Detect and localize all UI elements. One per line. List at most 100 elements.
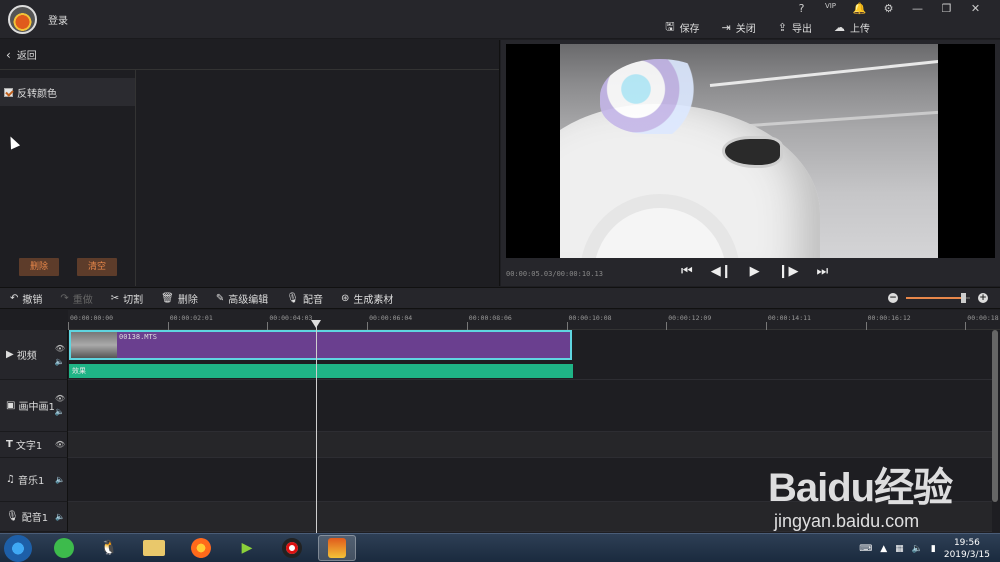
- ruler-tick-label: 00:00:08:06: [468, 314, 512, 322]
- ruler-tick: [167, 322, 169, 330]
- task-recorder-icon[interactable]: [273, 535, 311, 561]
- back-button[interactable]: ‹ 返回: [0, 40, 499, 70]
- scissors-icon: ✂: [110, 292, 120, 304]
- player-controls: ⏮ ◀❙ ▶ ❙▶ ⏭: [681, 264, 828, 279]
- start-button[interactable]: [4, 535, 32, 562]
- login-link[interactable]: 登录: [48, 12, 68, 27]
- speaker-icon[interactable]: 🔈: [55, 405, 65, 418]
- preview-timecode: 00:00:05.03/00:00:10.13: [506, 270, 603, 278]
- cut-button[interactable]: ✂ 切割: [111, 291, 143, 306]
- dub-button[interactable]: 🎙 配音: [286, 291, 323, 306]
- vip-icon[interactable]: VIP: [816, 2, 845, 15]
- task-explorer-icon[interactable]: [135, 535, 173, 561]
- clock[interactable]: 19:56 2019/3/15: [944, 537, 990, 561]
- ruler-tick: [765, 322, 767, 330]
- ruler-tick: [466, 322, 468, 330]
- advanced-edit-button[interactable]: ✎ 高级编辑: [216, 291, 268, 306]
- microphone-icon: 🎙: [286, 292, 299, 304]
- upload-icon: ☁: [834, 21, 845, 34]
- ruler-tick: [666, 322, 668, 330]
- effect-item-label: 反转颜色: [17, 88, 57, 100]
- playhead-line[interactable]: [316, 322, 317, 534]
- timeline-scrollbar[interactable]: [992, 330, 998, 502]
- export-button[interactable]: ⇪ 导出: [778, 18, 812, 37]
- close-button[interactable]: ⇥ 关闭: [722, 18, 756, 37]
- delete-effect-button[interactable]: 删除: [19, 258, 59, 276]
- volume-icon[interactable]: 🔈: [912, 544, 923, 554]
- step-forward-icon[interactable]: ❙▶: [778, 264, 799, 279]
- task-firefox-icon[interactable]: [182, 535, 220, 561]
- track-video-header: ▶ 视频 👁 🔈: [0, 330, 68, 380]
- app-logo: [8, 5, 37, 34]
- help-icon[interactable]: ?: [787, 2, 816, 15]
- video-preview[interactable]: [506, 44, 995, 258]
- skip-end-icon[interactable]: ⏭: [816, 264, 828, 279]
- skip-start-icon[interactable]: ⏮: [681, 264, 693, 279]
- bell-icon[interactable]: 🔔: [845, 2, 874, 15]
- ruler-tick: [965, 322, 967, 330]
- play-box-icon: ▶: [6, 349, 14, 360]
- task-editor-icon[interactable]: [318, 535, 356, 561]
- eye-icon[interactable]: 👁: [55, 392, 65, 405]
- effect-bar[interactable]: 效果: [69, 364, 573, 378]
- speaker-icon[interactable]: 🔈: [55, 473, 65, 486]
- gear-icon[interactable]: ⚙: [874, 2, 903, 15]
- film-reel-icon: ⊛: [340, 292, 350, 304]
- task-app-icon[interactable]: ▶: [228, 535, 266, 561]
- track-text-header: T 文字1 👁: [0, 432, 68, 458]
- undo-button[interactable]: ↶ 撤销: [10, 291, 42, 306]
- video-clip[interactable]: 00138.MTS: [69, 330, 572, 360]
- redo-icon: ↷: [60, 292, 69, 304]
- clip-name: 00138.MTS: [119, 333, 157, 341]
- tray-arrow-icon[interactable]: ▲: [880, 544, 887, 554]
- keyboard-icon[interactable]: ⌨: [859, 544, 872, 554]
- music-note-icon: ♫: [6, 474, 15, 485]
- speaker-icon[interactable]: 🔈: [55, 510, 65, 523]
- pip-icon: ▣: [6, 400, 16, 411]
- ruler-tick: [367, 322, 369, 330]
- effect-item-invert[interactable]: 反转颜色: [0, 78, 135, 106]
- network-icon[interactable]: ▦: [895, 544, 904, 554]
- ruler-tick: [68, 322, 69, 330]
- minimize-icon[interactable]: —: [903, 2, 932, 15]
- zoom-in-icon[interactable]: +: [978, 293, 988, 303]
- close-window-icon[interactable]: ✕: [961, 2, 990, 15]
- chevron-left-icon: ‹: [6, 47, 11, 62]
- save-button[interactable]: 🖫 保存: [665, 18, 699, 37]
- upload-button[interactable]: ☁ 上传: [834, 18, 870, 37]
- road-line: [709, 56, 938, 87]
- clear-effects-button[interactable]: 清空: [77, 258, 117, 276]
- road-line: [749, 108, 938, 127]
- track-dub-header: 🎙 配音1 🔈: [0, 502, 68, 532]
- speaker-icon[interactable]: 🔈: [55, 355, 65, 368]
- signal-icon[interactable]: ▮: [931, 544, 936, 554]
- microphone-icon: 🎙: [6, 511, 19, 522]
- zoom-out-icon[interactable]: −: [888, 293, 898, 303]
- export-icon: ⇪: [777, 21, 787, 34]
- play-icon[interactable]: ▶: [750, 264, 760, 279]
- generate-button[interactable]: ⊛ 生成素材: [341, 291, 393, 306]
- task-360-icon[interactable]: [45, 535, 83, 561]
- ruler-tick-label: 00:00:16:12: [867, 314, 911, 322]
- redo-button[interactable]: ↷ 重做: [60, 291, 92, 306]
- windows-taskbar: 🐧 ▶ ⌨ ▲ ▦ 🔈 ▮ 19:56 2019/3/15: [0, 533, 1000, 562]
- step-back-icon[interactable]: ◀❙: [711, 264, 732, 279]
- eye-icon[interactable]: 👁: [55, 342, 65, 355]
- ruler-tick-label: 00:00:18:: [967, 314, 1000, 322]
- time-ruler[interactable]: 00:00:00:00 00:00:02:01 00:00:04:03 00:00:0…: [68, 310, 1000, 330]
- zoom-slider[interactable]: [906, 293, 970, 303]
- ruler-tick-label: 00:00:04:03: [269, 314, 313, 322]
- ruler-tick: [267, 322, 269, 330]
- effect-checkbox[interactable]: [4, 87, 13, 97]
- preview-panel: 00:00:05.03/00:00:10.13 ⏮ ◀❙ ▶ ❙▶ ⏭: [501, 40, 1000, 286]
- task-qq-icon[interactable]: 🐧: [90, 535, 128, 561]
- delete-button[interactable]: 🗑 删除: [161, 291, 198, 306]
- video-frame: [560, 44, 938, 258]
- maximize-icon[interactable]: ❐: [932, 2, 961, 15]
- ruler-tick-label: 00:00:06:04: [369, 314, 413, 322]
- track-pip-body[interactable]: [68, 380, 992, 432]
- playhead-handle[interactable]: [311, 320, 321, 328]
- ruler-tick: [865, 322, 867, 330]
- zoom-slider-knob[interactable]: [960, 293, 966, 303]
- eye-icon[interactable]: 👁: [55, 438, 65, 451]
